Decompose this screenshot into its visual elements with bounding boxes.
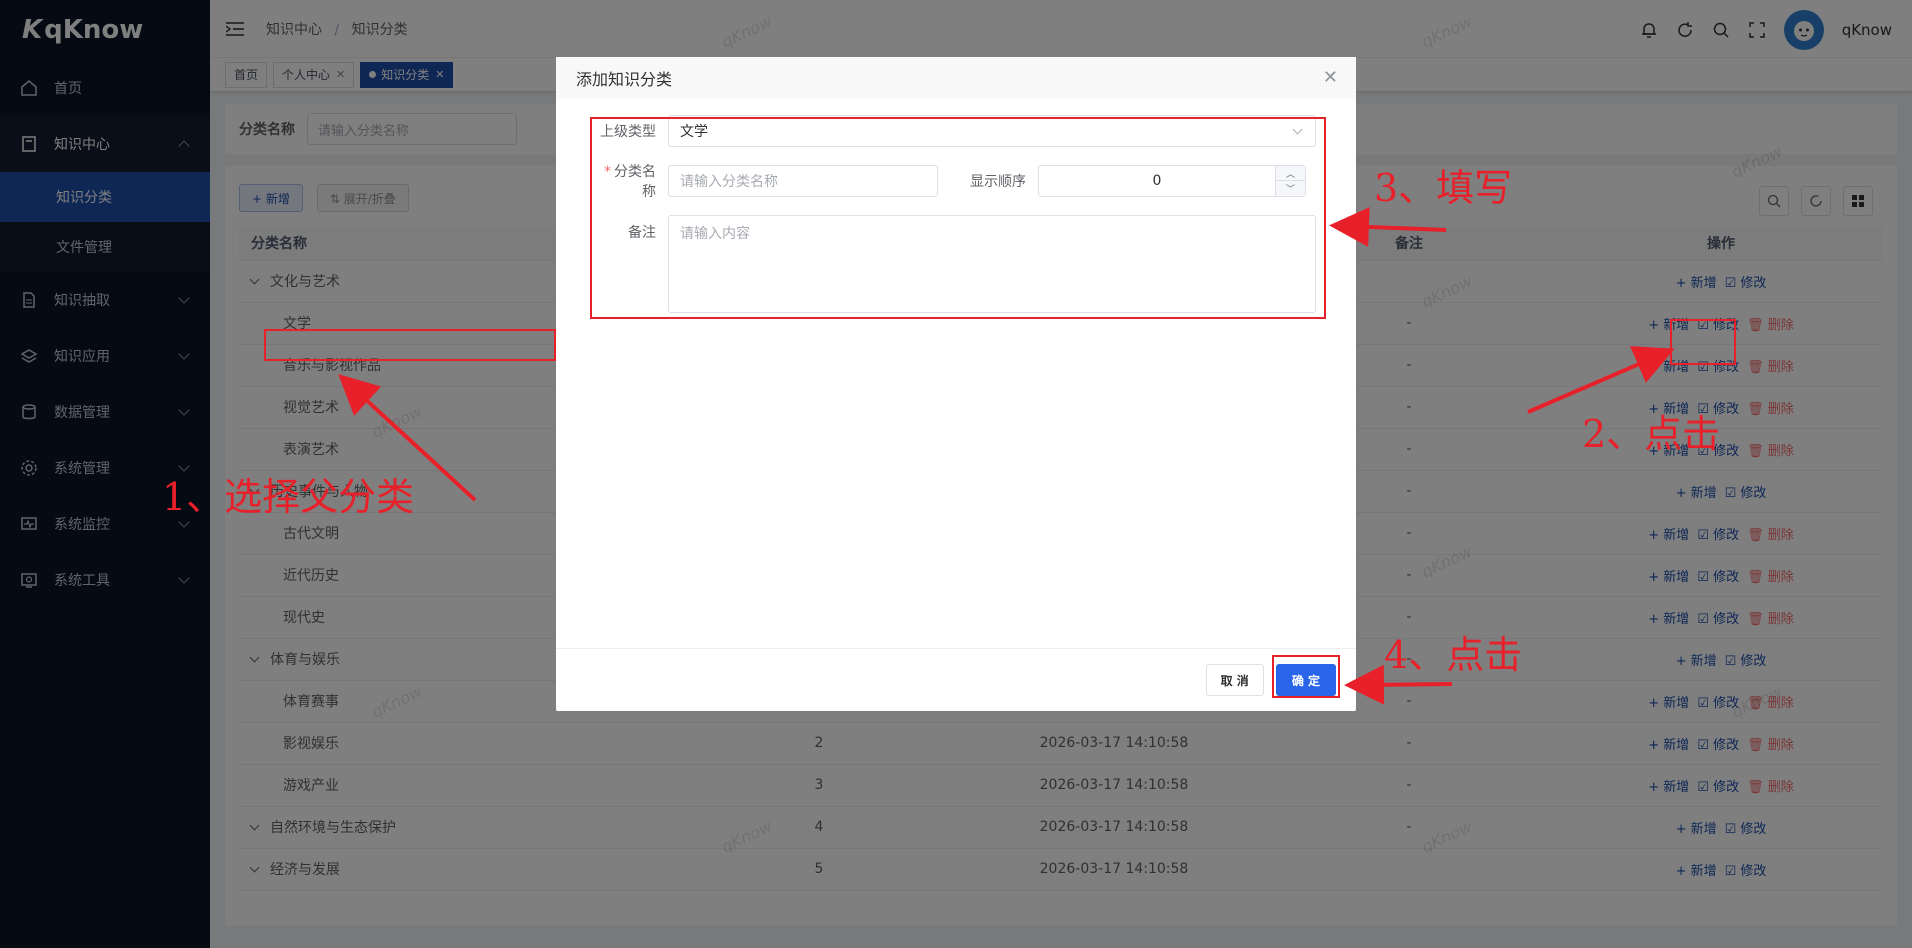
- arrow-step3: [1329, 206, 1447, 247]
- annotation-step4: 4、点击: [1384, 633, 1523, 677]
- arrow-step4: [1344, 664, 1453, 705]
- annotation-step1: 1、选择父分类: [162, 475, 415, 519]
- annotation-step3: 3、填写: [1374, 166, 1513, 210]
- annotation-step2: 2、点击: [1582, 412, 1721, 456]
